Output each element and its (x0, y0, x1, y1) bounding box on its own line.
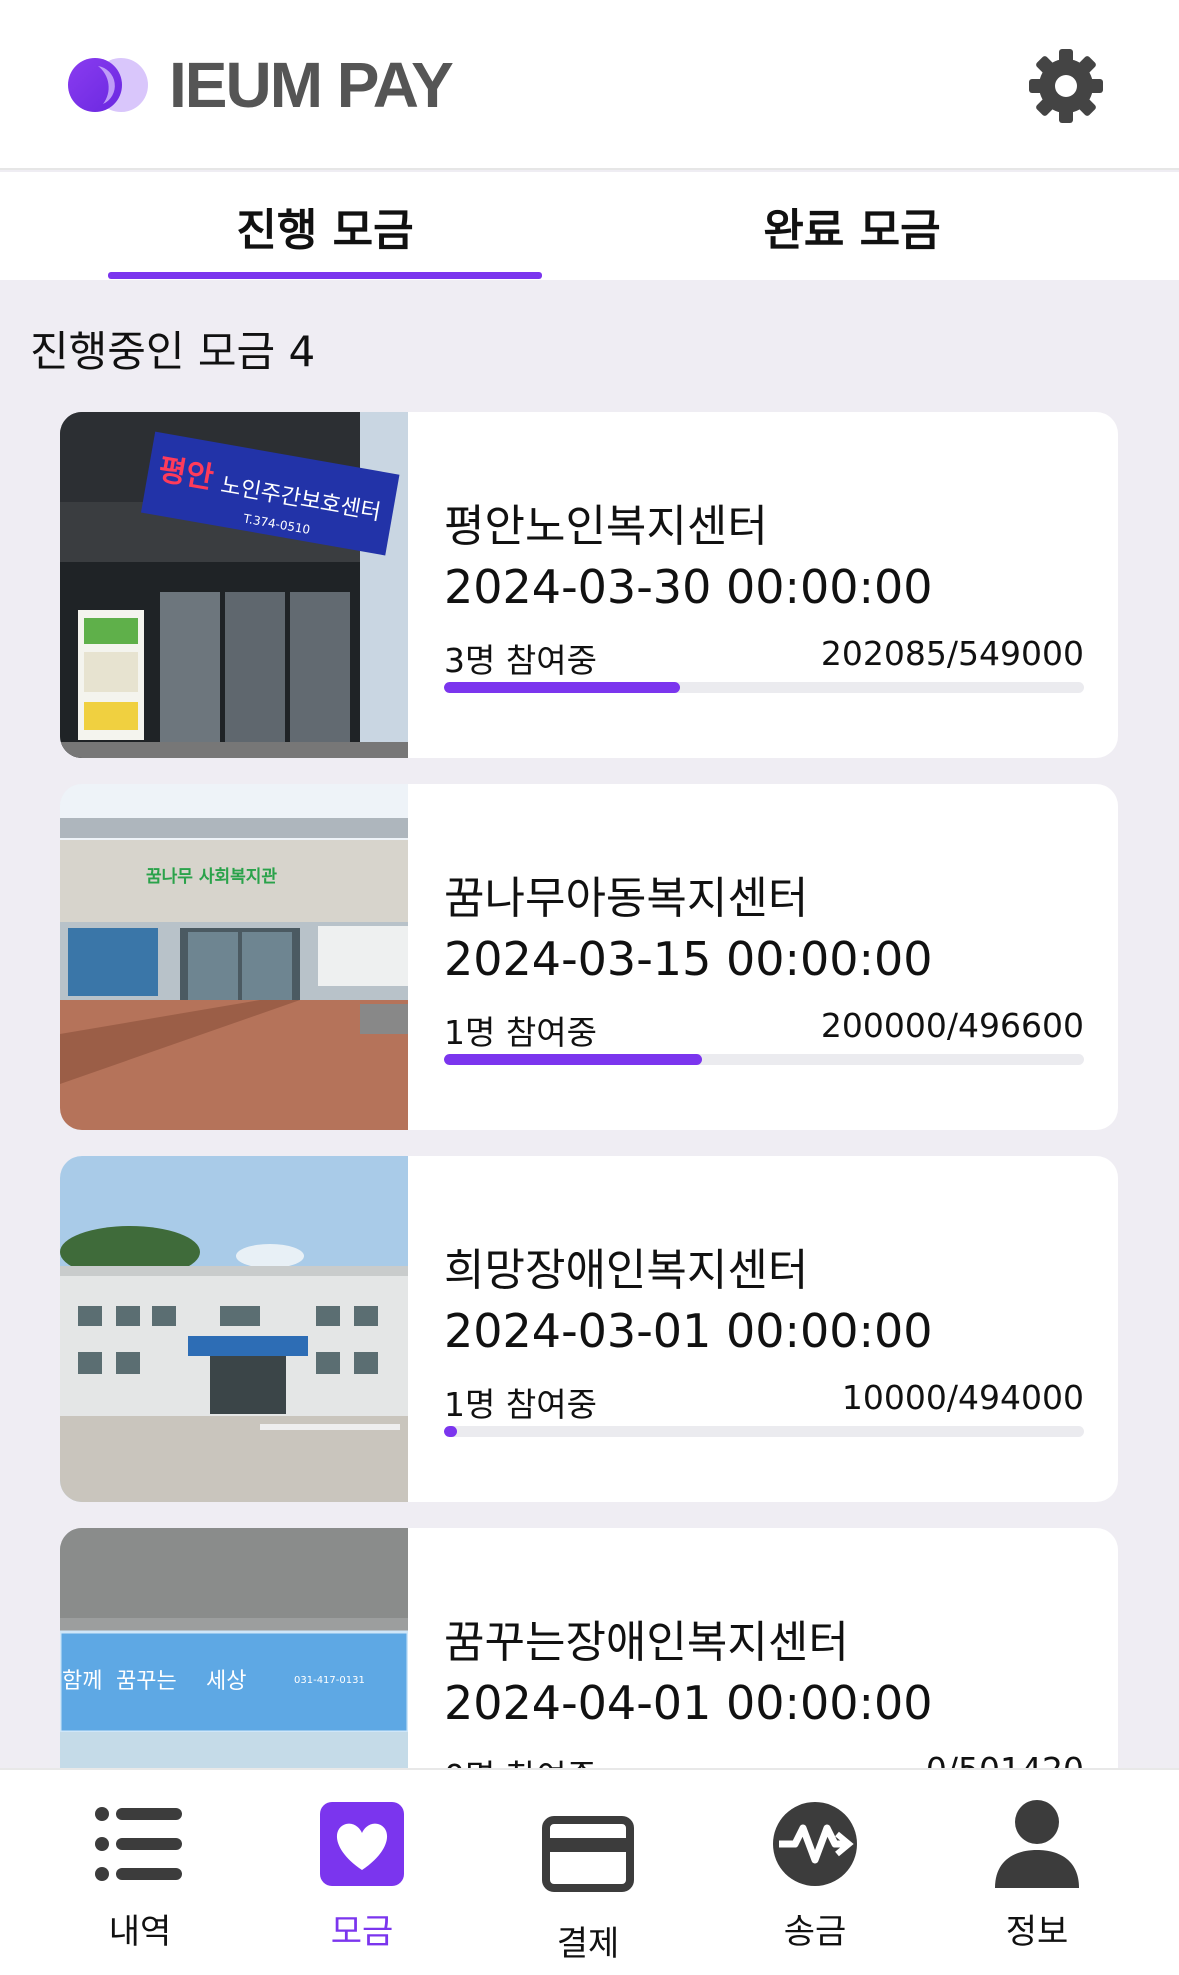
progress-fill (444, 1426, 457, 1437)
nav-transfer[interactable]: 송금 (715, 1770, 915, 1975)
sign-right-text: 세상 (206, 1669, 246, 1694)
credit-card-icon (542, 1816, 634, 1892)
campaign-card[interactable]: 평안 노인주간보호센터 T.374-0510 평안노인복지센터 2024-03-… (60, 412, 1118, 758)
nav-fundraising[interactable]: 모금 (262, 1770, 462, 1975)
participant-count: 1명 참여중 (444, 1013, 597, 1052)
campaign-deadline: 2024-03-30 00:00:00 (444, 560, 933, 614)
gear-icon[interactable] (1028, 48, 1104, 124)
campaign-name: 꿈나무아동복지센터 (444, 873, 809, 924)
campaign-name: 꿈꾸는장애인복지센터 (444, 1617, 849, 1668)
participant-count: 1명 참여중 (444, 1385, 597, 1424)
campaign-photo: 꿈나무 사회복지관 (60, 784, 408, 1130)
sign-text: 꿈나무 사회복지관 (146, 867, 277, 887)
progress-fill (444, 1054, 702, 1065)
person-icon (995, 1800, 1079, 1888)
campaign-info: 희망장애인복지센터 2024-03-01 00:00:00 1명 참여중 100… (444, 1156, 1084, 1502)
app-logo: IEUM PAY (65, 49, 454, 121)
campaign-photo: 평안 노인주간보호센터 T.374-0510 (60, 412, 408, 758)
heart-icon (320, 1802, 404, 1886)
tab-completed[interactable]: 완료 모금 (635, 172, 1069, 280)
participant-count: 0명 참여중 (444, 1750, 597, 1768)
progress-fill (444, 682, 680, 693)
campaign-name: 평안노인복지센터 (444, 501, 768, 552)
campaign-info: 꿈나무아동복지센터 2024-03-15 00:00:00 1명 참여중 200… (444, 784, 1084, 1130)
nav-label: 결제 (556, 1924, 620, 1964)
campaign-info: 꿈꾸는장애인복지센터 2024-04-01 00:00:00 0명 참여중 0/… (444, 1528, 1084, 1768)
app-header: IEUM PAY (0, 0, 1179, 170)
progress-bar (444, 1426, 1084, 1437)
section-title: 진행중인 모금 4 (30, 327, 316, 376)
campaign-card[interactable]: 함께 꿈꾸는 세상 031-417-0131 꿈꾸는장애인복지센터 2024-0… (60, 1528, 1118, 1768)
campaign-deadline: 2024-03-15 00:00:00 (444, 932, 933, 986)
won-transfer-icon (773, 1802, 857, 1886)
campaign-list[interactable]: 진행중인 모금 4 평안 노인주간보호센터 T.374-0510 평안노인복지센… (0, 280, 1179, 1768)
nav-history[interactable]: 내역 (40, 1770, 240, 1975)
progress-bar (444, 1054, 1084, 1065)
nav-label: 모금 (330, 1912, 394, 1952)
campaign-photo (60, 1156, 408, 1502)
campaign-tabs: 진행 모금 완료 모금 (0, 172, 1179, 280)
list-icon (95, 1807, 182, 1881)
sign-tel-text: 031-417-0131 (294, 1675, 365, 1686)
nav-label: 내역 (108, 1912, 172, 1952)
participant-count: 3명 참여중 (444, 641, 597, 680)
fundraising-amount: 10000/494000 (841, 1378, 1084, 1417)
campaign-photo: 함께 꿈꾸는 세상 031-417-0131 (60, 1528, 408, 1768)
fundraising-amount: 202085/549000 (820, 634, 1084, 673)
nav-label: 정보 (1005, 1912, 1069, 1952)
campaign-deadline: 2024-04-01 00:00:00 (444, 1676, 933, 1730)
progress-bar (444, 682, 1084, 693)
sign-mid-text: 꿈꾸는 (116, 1669, 177, 1694)
bottom-navigation: 내역 모금 결제 송금 정보 (0, 1768, 1179, 1975)
campaign-deadline: 2024-03-01 00:00:00 (444, 1304, 933, 1358)
fundraising-amount: 0/501420 (926, 1750, 1084, 1768)
campaign-info: 평안노인복지센터 2024-03-30 00:00:00 3명 참여중 2020… (444, 412, 1084, 758)
campaign-name: 희망장애인복지센터 (444, 1245, 809, 1296)
tab-selected-indicator (108, 272, 542, 279)
nav-info[interactable]: 정보 (937, 1770, 1137, 1975)
campaign-card[interactable]: 희망장애인복지센터 2024-03-01 00:00:00 1명 참여중 100… (60, 1156, 1118, 1502)
app-name: IEUM PAY (169, 49, 454, 121)
sign-left-text: 함께 (62, 1669, 102, 1694)
ieum-pay-logo-icon (68, 58, 148, 112)
campaign-card[interactable]: 꿈나무 사회복지관 꿈나무아동복지센터 2024-03-15 00:00:00 … (60, 784, 1118, 1130)
tab-ongoing[interactable]: 진행 모금 (108, 172, 542, 280)
nav-label: 송금 (783, 1912, 847, 1952)
nav-payment[interactable]: 결제 (488, 1770, 688, 1975)
fundraising-amount: 200000/496600 (820, 1006, 1084, 1045)
